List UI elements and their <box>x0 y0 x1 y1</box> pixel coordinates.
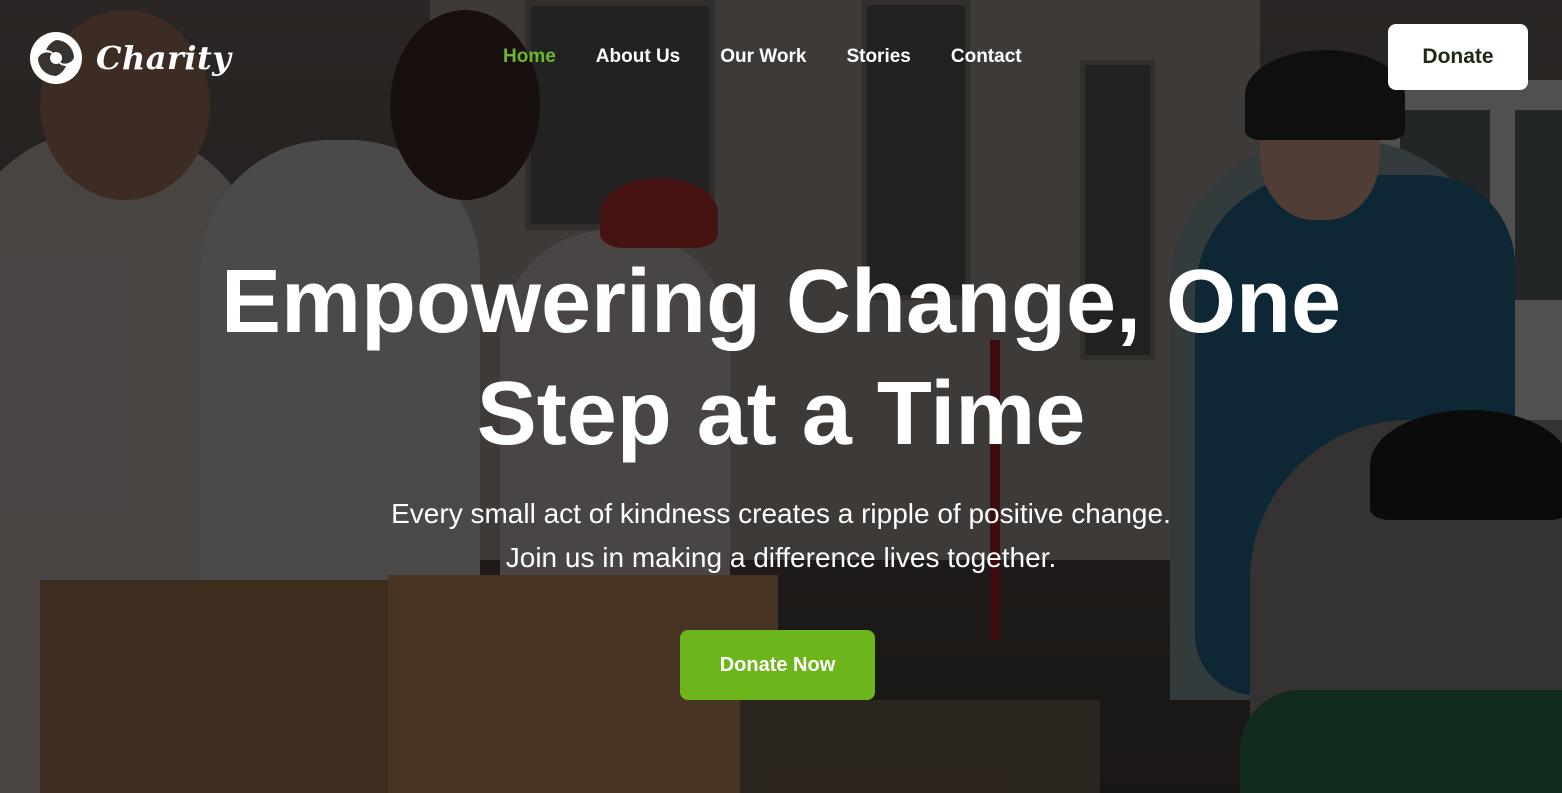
charity-swirl-logo-icon <box>30 32 82 84</box>
hero-title: Empowering Change, One Step at a Time <box>0 246 1562 470</box>
brand-logo[interactable]: Charity <box>28 30 231 86</box>
header-donate-button[interactable]: Donate <box>1388 24 1528 90</box>
main-nav: Home About Us Our Work Stories Contact <box>503 44 1062 70</box>
hero-title-line-2: Step at a Time <box>476 364 1086 464</box>
brand-name: Charity <box>96 39 232 77</box>
site-header: Charity Home About Us Our Work Stories C… <box>0 0 1562 115</box>
nav-item-our-work[interactable]: Our Work <box>720 44 806 70</box>
donate-now-button[interactable]: Donate Now <box>680 630 875 700</box>
nav-item-stories[interactable]: Stories <box>846 44 910 70</box>
nav-item-about-us[interactable]: About Us <box>596 44 680 70</box>
hero-subtitle: Every small act of kindness creates a ri… <box>0 492 1562 580</box>
hero-subtitle-line-2: Join us in making a difference lives tog… <box>505 542 1057 573</box>
hero-title-line-1: Empowering Change, One <box>220 252 1342 352</box>
hero-subtitle-line-1: Every small act of kindness creates a ri… <box>391 498 1171 529</box>
nav-item-home[interactable]: Home <box>503 44 556 70</box>
hero-section: Charity Home About Us Our Work Stories C… <box>0 0 1562 793</box>
nav-item-contact[interactable]: Contact <box>951 44 1022 70</box>
